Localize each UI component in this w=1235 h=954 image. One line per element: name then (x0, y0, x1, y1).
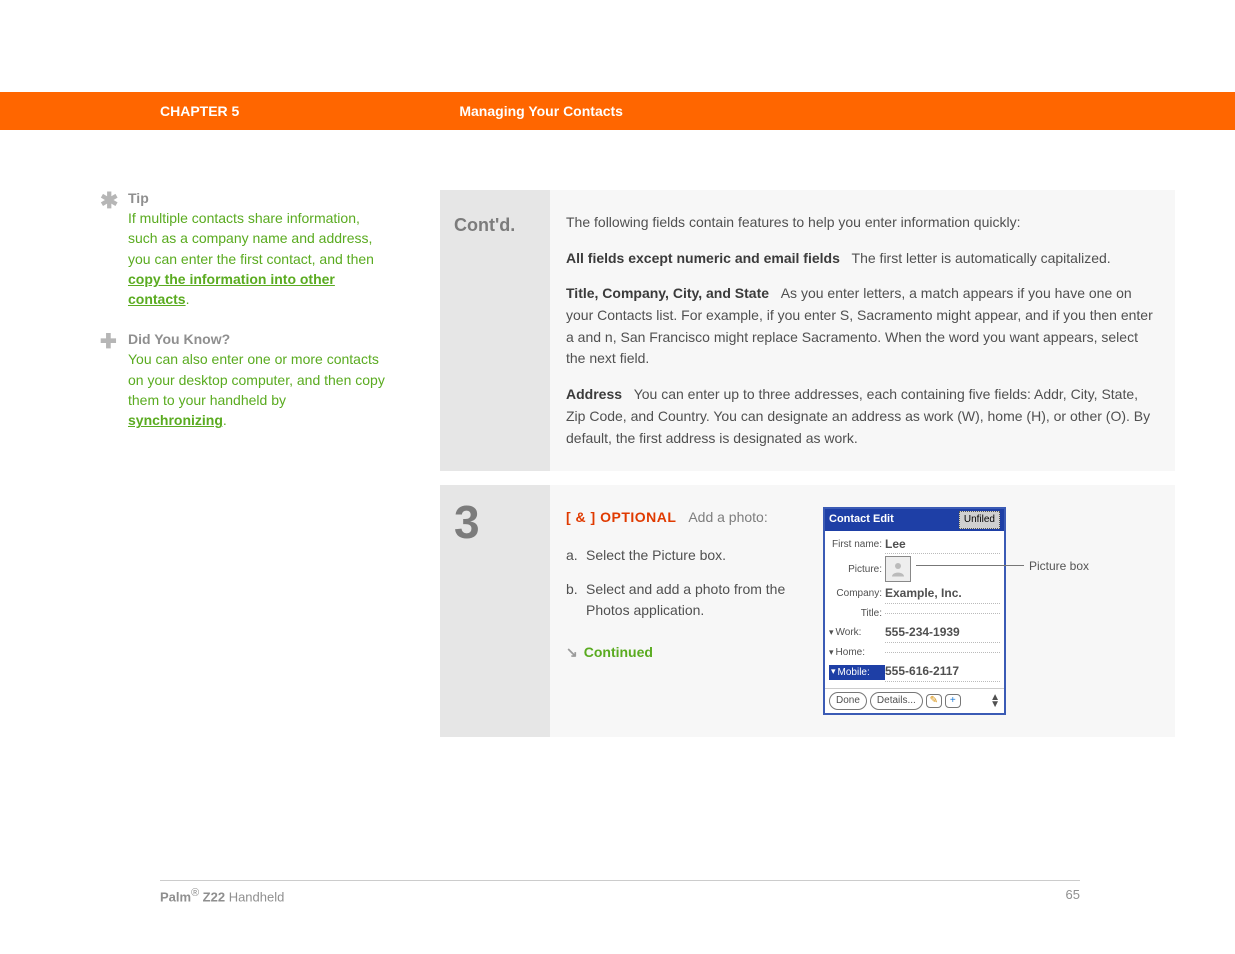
optional-text: Add a photo: (688, 509, 767, 525)
substep-a-label: a. (566, 545, 586, 567)
pda-screenshot-column: Contact Edit Unfiled First name: Lee Pic… (823, 507, 1153, 714)
pda-details-button[interactable]: Details... (870, 692, 923, 710)
main-content: Cont'd. The following fields contain fea… (440, 190, 1175, 751)
pda-picture-label: Picture: (829, 562, 885, 578)
intro-line: The following fields contain features to… (566, 212, 1153, 234)
pda-row-home: Home: (829, 645, 1000, 661)
substep-a: a. Select the Picture box. (566, 545, 803, 567)
field-label-3: Address (566, 386, 622, 402)
dyk-text-post: . (223, 412, 227, 428)
chapter-title: Managing Your Contacts (459, 103, 623, 119)
tip-link[interactable]: copy the information into other contacts (128, 271, 335, 307)
field-text-3: You can enter up to three addresses, eac… (566, 386, 1150, 445)
callout-line (916, 565, 1024, 566)
did-you-know-block: ✚ Did You Know? You can also enter one o… (128, 331, 388, 430)
chapter-header: CHAPTER 5 Managing Your Contacts (0, 92, 1235, 130)
optional-badge: [ & ] OPTIONAL (566, 509, 676, 525)
dyk-body: You can also enter one or more contacts … (128, 349, 388, 430)
substep-b-text: Select and add a photo from the Photos a… (586, 579, 803, 622)
pda-home-value[interactable] (885, 652, 1000, 653)
pda-row-work: Work: 555-234-1939 (829, 623, 1000, 643)
pda-new-button[interactable]: + (945, 694, 961, 708)
pda-firstname-label: First name: (829, 537, 885, 553)
product-suffix: Handheld (225, 889, 284, 904)
step3-body: [ & ] OPTIONAL Add a photo: a. Select th… (550, 485, 1175, 736)
pda-mobile-label[interactable]: Mobile: (829, 665, 885, 681)
pda-title-text: Contact Edit (829, 511, 894, 528)
callout-label: Picture box (1029, 557, 1089, 576)
pda-footer: Done Details... ✎ + ▲▼ (825, 688, 1004, 713)
tip-block: ✱ Tip If multiple contacts share informa… (128, 190, 388, 309)
pda-scroll-arrows[interactable]: ▲▼ (990, 694, 1000, 708)
pda-firstname-value[interactable]: Lee (885, 535, 1000, 555)
field-desc-1: All fields except numeric and email fiel… (566, 248, 1153, 270)
plus-icon: ✚ (100, 329, 117, 354)
step-3: 3 [ & ] OPTIONAL Add a photo: a. Select … (440, 485, 1175, 736)
pda-row-firstname: First name: Lee (829, 535, 1000, 555)
dyk-text-pre: You can also enter one or more contacts … (128, 351, 385, 408)
field-label-1: All fields except numeric and email fiel… (566, 250, 840, 266)
chapter-number: CHAPTER 5 (160, 103, 239, 119)
continued-arrow-icon: ↘ (566, 644, 578, 660)
pda-company-label: Company: (829, 586, 885, 602)
tip-text-post: . (186, 291, 190, 307)
pda-company-value[interactable]: Example, Inc. (885, 584, 1000, 604)
field-text-1: The first letter is automatically capita… (852, 250, 1111, 266)
person-silhouette-icon (889, 560, 907, 578)
page-footer: Palm® Z22 Handheld 65 (160, 880, 1080, 904)
pda-title-label: Title: (829, 606, 885, 622)
pda-work-value[interactable]: 555-234-1939 (885, 623, 1000, 643)
dyk-title: Did You Know? (128, 331, 388, 347)
field-desc-3: Address You can enter up to three addres… (566, 384, 1153, 449)
contd-body: The following fields contain features to… (550, 190, 1175, 471)
tip-title: Tip (128, 190, 388, 206)
registered-mark: ® (191, 887, 199, 899)
dyk-link[interactable]: synchronizing (128, 412, 223, 428)
pda-note-button[interactable]: ✎ (926, 694, 942, 708)
field-label-2: Title, Company, City, and State (566, 285, 769, 301)
page-number: 65 (1066, 887, 1080, 904)
contd-label: Cont'd. (440, 190, 550, 471)
field-desc-2: Title, Company, City, and State As you e… (566, 283, 1153, 370)
pda-category[interactable]: Unfiled (959, 511, 1000, 529)
tip-body: If multiple contacts share information, … (128, 208, 388, 309)
pda-titlebar: Contact Edit Unfiled (825, 509, 1004, 531)
pda-picture-box[interactable] (885, 556, 911, 582)
pda-row-title: Title: (829, 606, 1000, 622)
step-number: 3 (440, 485, 550, 736)
continued-label: Continued (584, 644, 653, 660)
step-continued: Cont'd. The following fields contain fea… (440, 190, 1175, 471)
asterisk-icon: ✱ (100, 188, 118, 214)
pda-work-label[interactable]: Work: (829, 625, 885, 641)
pda-screen: Contact Edit Unfiled First name: Lee Pic… (823, 507, 1006, 714)
tip-text-pre: If multiple contacts share information, … (128, 210, 374, 267)
continued-indicator: ↘ Continued (566, 642, 803, 664)
pda-row-picture: Picture: (829, 556, 1000, 582)
product-model: Z22 (199, 889, 225, 904)
pda-done-button[interactable]: Done (829, 692, 867, 710)
sidebar: ✱ Tip If multiple contacts share informa… (128, 190, 388, 453)
substep-b-label: b. (566, 579, 586, 622)
product-brand: Palm (160, 889, 191, 904)
pda-title-value[interactable] (885, 613, 1000, 614)
substeps: a. Select the Picture box. b. Select and… (566, 545, 803, 622)
substep-b: b. Select and add a photo from the Photo… (566, 579, 803, 622)
pda-home-label[interactable]: Home: (829, 645, 885, 661)
pda-row-company: Company: Example, Inc. (829, 584, 1000, 604)
pda-row-mobile: Mobile: 555-616-2117 (829, 662, 1000, 682)
substep-a-text: Select the Picture box. (586, 545, 803, 567)
pda-mobile-value[interactable]: 555-616-2117 (885, 662, 1000, 682)
optional-row: [ & ] OPTIONAL Add a photo: (566, 507, 803, 529)
product-name: Palm® Z22 Handheld (160, 887, 284, 904)
